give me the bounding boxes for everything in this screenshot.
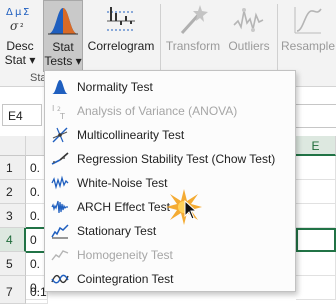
menu-item-label: White-Noise Test — [77, 176, 168, 190]
cointegration-icon — [51, 274, 69, 284]
outliers-label: Outliers — [228, 39, 270, 53]
resample-button[interactable]: Resample — [280, 0, 336, 72]
select-all-corner[interactable] — [0, 136, 26, 156]
chow-test-icon — [51, 152, 69, 165]
resample-label: Resample — [280, 39, 336, 53]
stat-tests-menu: Normality Test I 2 T Analysis of Varianc… — [44, 70, 296, 292]
multicollinearity-icon — [52, 127, 68, 143]
magic-wand-icon — [180, 5, 208, 35]
stationary-icon — [51, 224, 69, 239]
menu-item-label: Homogeneity Test — [77, 248, 173, 262]
menu-item-cointegration-test[interactable]: Cointegration Test — [45, 267, 295, 291]
row-header[interactable]: 1 — [0, 156, 26, 180]
outliers-icon — [233, 8, 264, 32]
formula-bar[interactable] — [296, 104, 336, 128]
svg-text:Δ: Δ — [6, 7, 13, 18]
menu-item-normality-test[interactable]: Normality Test — [45, 75, 295, 99]
resample-icon — [294, 7, 322, 34]
menu-item-label: Normality Test — [77, 80, 153, 94]
anova-icon: I 2 T — [52, 104, 65, 120]
menu-item-label: ARCH Effect Test — [77, 200, 170, 214]
svg-text:Σ: Σ — [23, 7, 29, 18]
correlogram-icon — [107, 7, 135, 31]
table-cell[interactable] — [296, 156, 336, 180]
menu-item-anova[interactable]: I 2 T Analysis of Variance (ANOVA) — [45, 99, 295, 123]
menu-item-chow-test[interactable]: Regression Stability Test (Chow Test) — [45, 147, 295, 171]
menu-item-homogeneity-test[interactable]: Homogeneity Test — [45, 243, 295, 267]
arch-effect-icon — [51, 200, 68, 214]
menu-item-label: Analysis of Variance (ANOVA) — [77, 104, 238, 118]
menu-item-multicollinearity-test[interactable]: Multicollinearity Test — [45, 123, 295, 147]
homogeneity-icon — [51, 250, 69, 261]
desc-stat-label: Desc Stat ▾ — [4, 39, 36, 67]
row-header[interactable]: 7 — [0, 280, 26, 304]
normality-icon — [52, 80, 68, 94]
selected-row-indicator — [26, 227, 44, 229]
row-header[interactable]: 2 — [0, 180, 26, 204]
menu-item-label: Multicollinearity Test — [77, 128, 185, 142]
transform-label: Transform — [165, 39, 221, 53]
active-cell-e4[interactable] — [296, 228, 336, 252]
name-box[interactable]: E4 — [2, 104, 42, 126]
selected-row-indicator — [26, 251, 44, 253]
white-noise-icon — [51, 175, 69, 190]
bell-curve-icon — [48, 8, 78, 35]
svg-text:T: T — [59, 112, 65, 120]
stat-tests-button[interactable]: Stat Tests ▾ — [43, 0, 83, 72]
table-cell[interactable] — [296, 180, 336, 204]
mouse-pointer-icon — [184, 200, 198, 220]
menu-item-label: Stationary Test — [77, 224, 157, 238]
desc-stat-button[interactable]: Δ μ Σ σ ² Desc Stat ▾ — [0, 0, 40, 72]
ribbon-separator — [277, 4, 278, 72]
svg-text:μ: μ — [15, 7, 22, 18]
outliers-button[interactable]: Outliers — [224, 0, 274, 72]
row-header[interactable]: 5 — [0, 252, 26, 276]
row-header[interactable]: 3 — [0, 204, 26, 228]
ribbon-separator — [160, 4, 161, 72]
correlogram-label: Correlogram — [87, 39, 155, 53]
column-header-e[interactable]: E — [296, 136, 336, 156]
desc-stat-icon: Δ μ Σ σ ² — [6, 7, 29, 33]
svg-text:²: ² — [20, 23, 24, 33]
table-cell[interactable] — [296, 204, 336, 228]
transform-button[interactable]: Transform — [164, 0, 222, 72]
menu-item-label: Cointegration Test — [77, 272, 174, 286]
row-header-selected[interactable]: 4 — [0, 228, 26, 252]
stat-tests-label: Stat Tests ▾ — [44, 40, 82, 68]
table-cell[interactable] — [296, 252, 336, 276]
table-cell[interactable] — [296, 276, 336, 300]
menu-item-label: Regression Stability Test (Chow Test) — [77, 152, 276, 166]
svg-text:σ: σ — [10, 19, 19, 33]
correlogram-button[interactable]: Correlogram — [86, 0, 156, 72]
svg-text:I: I — [52, 104, 54, 113]
